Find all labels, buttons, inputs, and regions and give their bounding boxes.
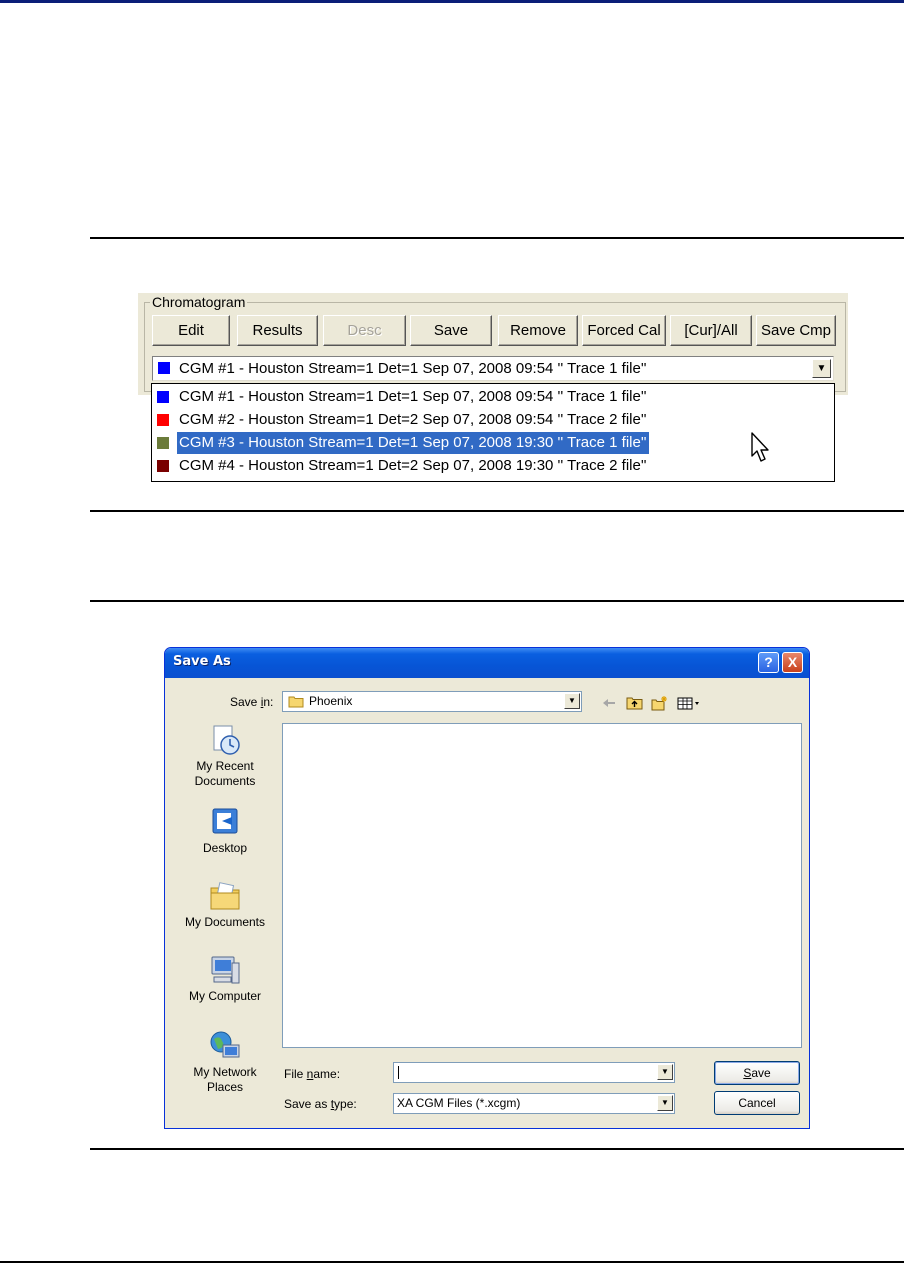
- list-item[interactable]: CGM #1 - Houston Stream=1 Det=1 Sep 07, …: [152, 386, 834, 408]
- series-color-swatch: [157, 437, 169, 449]
- chromatogram-select-value: CGM #1 - Houston Stream=1 Det=1 Sep 07, …: [179, 360, 647, 377]
- file-list-view[interactable]: [282, 723, 802, 1048]
- label-text: File: [284, 1067, 307, 1081]
- my-computer-icon: [211, 956, 240, 984]
- section-divider: [90, 510, 904, 512]
- series-color-swatch: [157, 391, 169, 403]
- header-rule: [0, 0, 904, 3]
- help-icon: ?: [764, 654, 773, 670]
- save-in-value: Phoenix: [309, 694, 353, 708]
- section-divider: [90, 600, 904, 602]
- text-caret: [398, 1066, 399, 1080]
- list-item-label: CGM #3 - Houston Stream=1 Det=1 Sep 07, …: [177, 432, 649, 454]
- network-places-icon: [210, 1031, 240, 1058]
- file-name-input[interactable]: ▼: [393, 1062, 675, 1083]
- chevron-down-icon[interactable]: ▼: [812, 359, 831, 378]
- mouse-pointer-icon: [751, 432, 769, 462]
- my-documents-icon: [210, 882, 240, 910]
- chromatogram-dropdown-list: CGM #1 - Houston Stream=1 Det=1 Sep 07, …: [151, 383, 835, 482]
- place-label: My Recent Documents: [194, 759, 256, 788]
- list-item-label: CGM #4 - Houston Stream=1 Det=2 Sep 07, …: [179, 457, 647, 474]
- section-divider: [90, 1148, 904, 1150]
- label-text: Save: [230, 695, 261, 709]
- button-label: ave: [751, 1066, 771, 1080]
- section-divider: [90, 237, 904, 239]
- chevron-down-icon[interactable]: ▼: [564, 693, 580, 709]
- chromatogram-group-label: Chromatogram: [150, 294, 248, 310]
- list-item[interactable]: CGM #2 - Houston Stream=1 Det=2 Sep 07, …: [152, 409, 834, 431]
- chevron-down-icon[interactable]: ▼: [657, 1095, 673, 1111]
- save-as-type-label: Save as type:: [284, 1097, 357, 1111]
- save-button[interactable]: Save: [410, 315, 492, 346]
- close-icon: X: [787, 654, 798, 670]
- help-button[interactable]: ?: [758, 652, 779, 673]
- places-desktop[interactable]: Desktop: [179, 805, 271, 856]
- place-label: Desktop: [202, 841, 248, 855]
- cur-all-button[interactable]: [Cur]/All: [670, 315, 752, 346]
- up-folder-icon[interactable]: [626, 695, 644, 711]
- forced-cal-button[interactable]: Forced Cal: [582, 315, 666, 346]
- places-my-network-places[interactable]: My Network Places: [179, 1029, 271, 1095]
- save-file-button[interactable]: Save: [714, 1061, 800, 1085]
- label-text: ype:: [334, 1097, 357, 1111]
- list-item[interactable]: CGM #3 - Houston Stream=1 Det=1 Sep 07, …: [152, 432, 834, 454]
- new-folder-icon[interactable]: [651, 695, 669, 711]
- folder-icon: [288, 696, 304, 708]
- list-item-label: CGM #2 - Houston Stream=1 Det=2 Sep 07, …: [179, 411, 647, 428]
- dialog-title: Save As: [173, 654, 231, 669]
- desktop-icon: [212, 808, 238, 834]
- series-color-swatch: [157, 414, 169, 426]
- list-item-label: CGM #1 - Houston Stream=1 Det=1 Sep 07, …: [179, 388, 647, 405]
- remove-button[interactable]: Remove: [498, 315, 578, 346]
- label-text: Save as: [284, 1097, 331, 1111]
- list-item[interactable]: CGM #4 - Houston Stream=1 Det=2 Sep 07, …: [152, 455, 834, 477]
- places-my-documents[interactable]: My Documents: [179, 879, 271, 930]
- edit-button[interactable]: Edit: [152, 315, 230, 346]
- footer-rule: [0, 1261, 904, 1263]
- save-in-label: Save in:: [230, 695, 273, 709]
- series-color-swatch: [157, 460, 169, 472]
- dialog-title-bar[interactable]: Save As ? X: [165, 648, 809, 678]
- save-as-dialog: Save As ? X Save in: Phoenix ▼ My Recent…: [164, 647, 810, 1129]
- place-label: My Network Places: [193, 1065, 257, 1094]
- places-my-computer[interactable]: My Computer: [179, 953, 271, 1004]
- cancel-button[interactable]: Cancel: [714, 1091, 800, 1115]
- place-label: My Documents: [184, 915, 266, 929]
- close-button[interactable]: X: [782, 652, 803, 673]
- recent-documents-icon: [213, 725, 240, 755]
- series-color-swatch: [158, 362, 170, 374]
- label-text: ame:: [313, 1067, 341, 1081]
- save-in-select[interactable]: Phoenix ▼: [282, 691, 582, 712]
- label-text: n:: [263, 695, 274, 709]
- save-as-type-select[interactable]: XA CGM Files (*.xcgm) ▼: [393, 1093, 675, 1114]
- save-as-type-value: XA CGM Files (*.xcgm): [397, 1096, 521, 1110]
- place-label: My Computer: [188, 989, 262, 1003]
- view-menu-icon[interactable]: [677, 695, 703, 711]
- results-button[interactable]: Results: [237, 315, 318, 346]
- chevron-down-icon[interactable]: ▼: [657, 1064, 673, 1080]
- desc-button[interactable]: Desc: [323, 315, 406, 346]
- file-name-label: File name:: [284, 1067, 340, 1081]
- chromatogram-select[interactable]: CGM #1 - Houston Stream=1 Det=1 Sep 07, …: [152, 356, 834, 381]
- save-cmp-button[interactable]: Save Cmp: [756, 315, 836, 346]
- places-my-recent-documents[interactable]: My Recent Documents: [179, 723, 271, 789]
- back-arrow-icon[interactable]: [601, 695, 617, 711]
